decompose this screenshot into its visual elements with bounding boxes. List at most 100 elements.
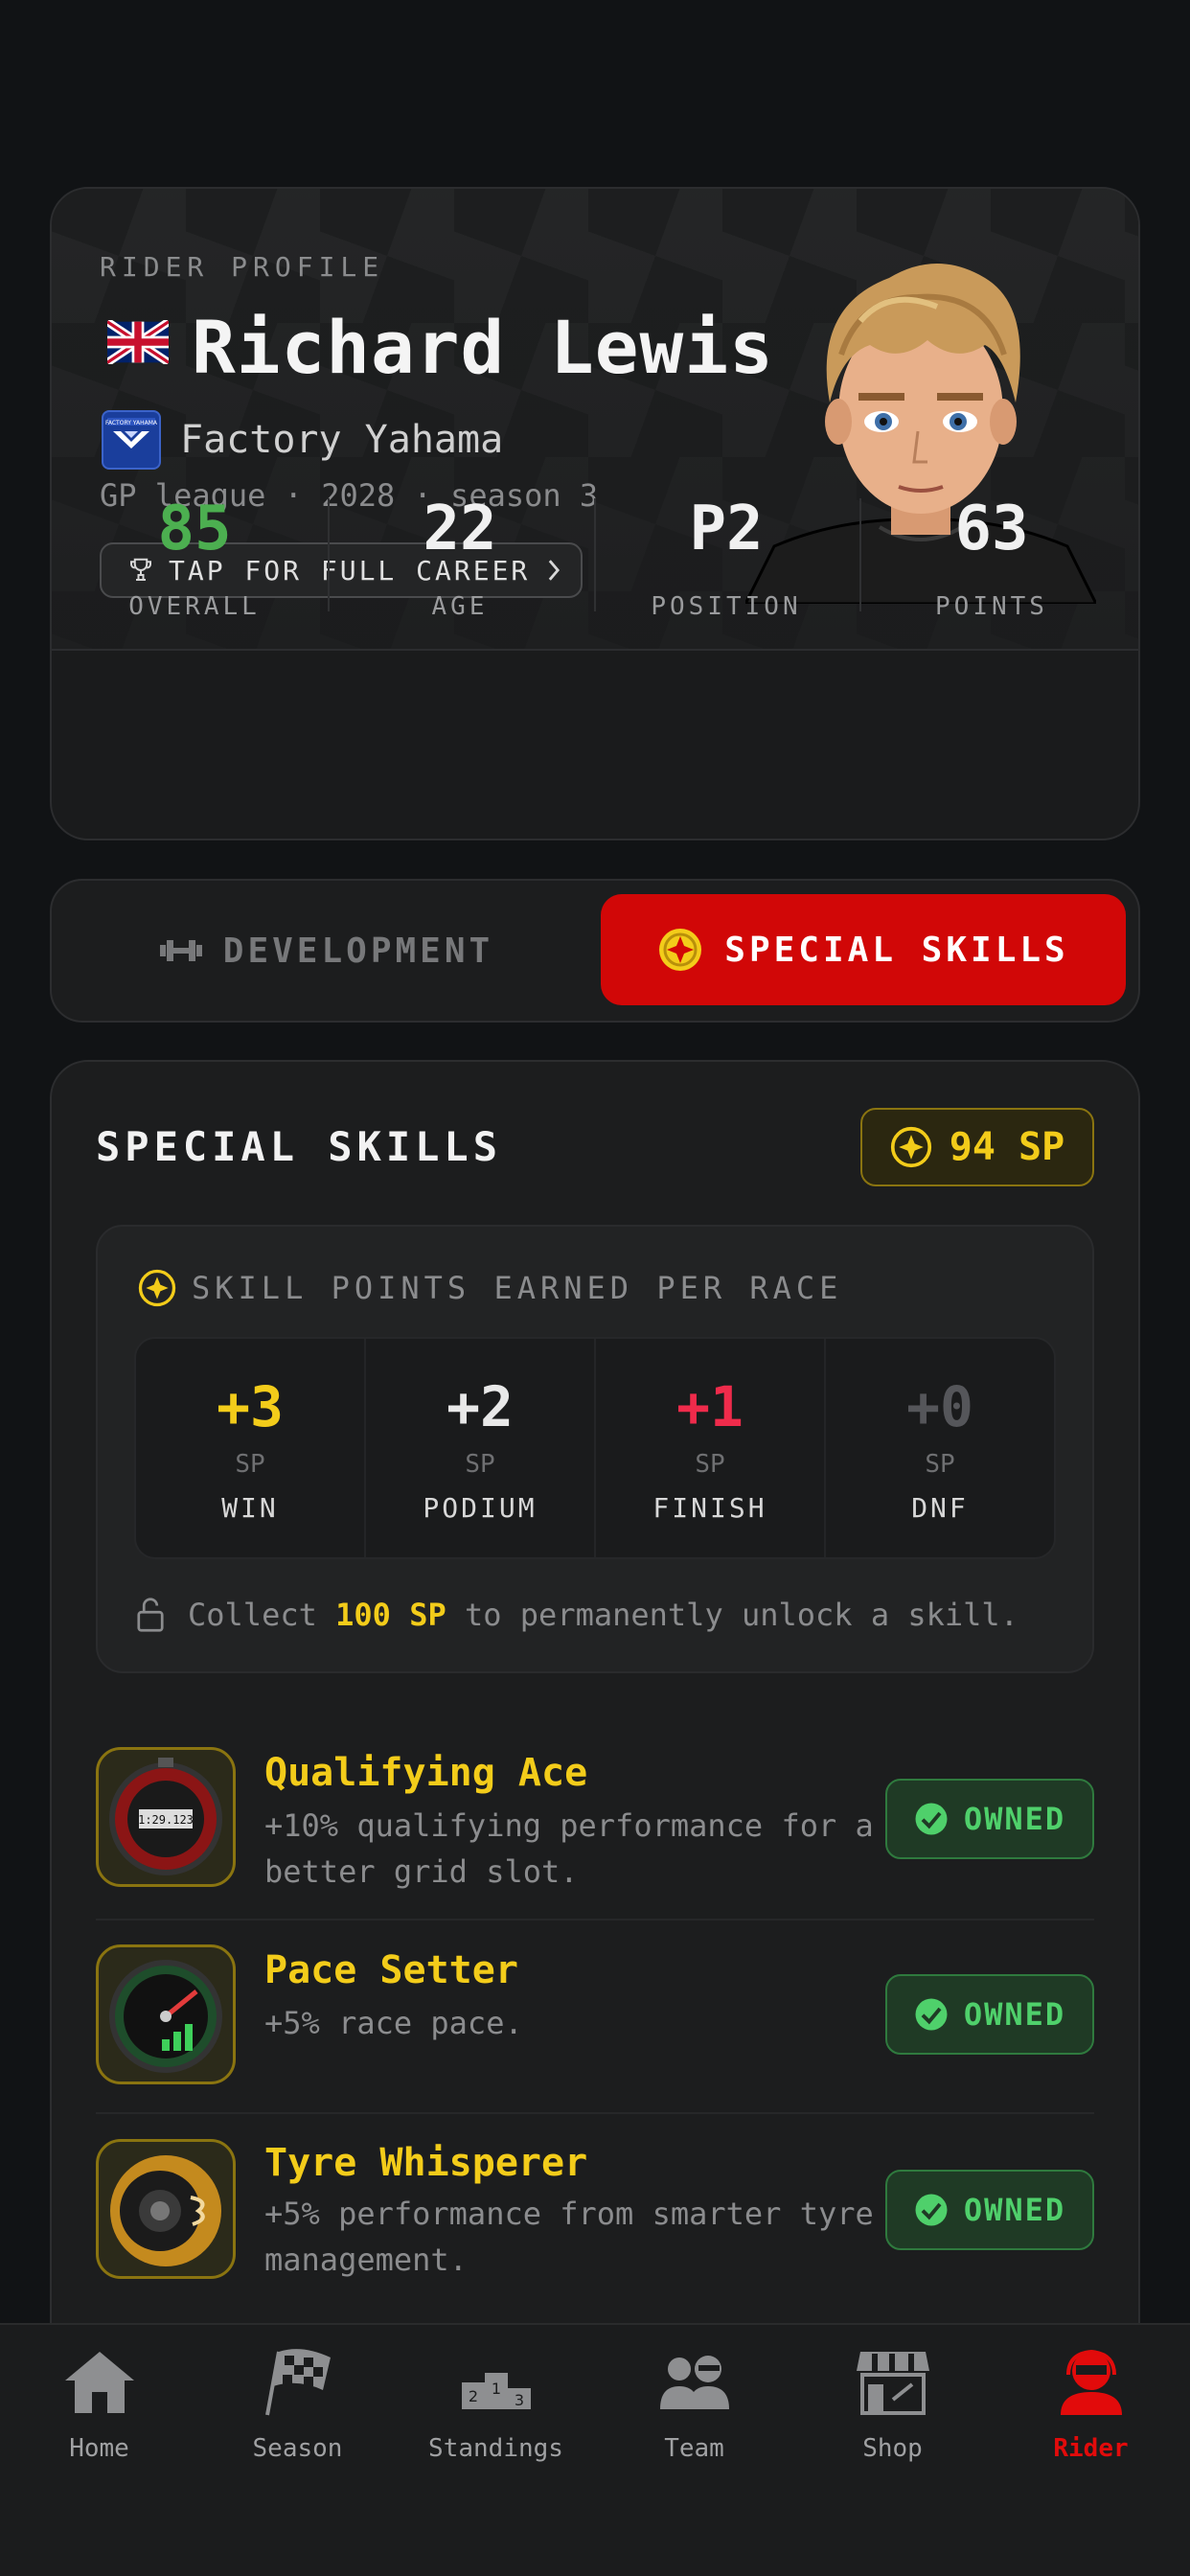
sp-coin-icon <box>138 1269 176 1307</box>
tab-special-skills[interactable]: SPECIAL SKILLS <box>601 894 1126 1005</box>
earn-unit: SP <box>235 1450 265 1479</box>
profile-divider <box>52 649 1138 651</box>
team-logo-text: FACTORY YAHAMA <box>105 420 158 426</box>
team-icon <box>659 2356 729 2409</box>
earn-label: DNF <box>911 1492 969 1524</box>
nav-label: Home <box>69 2434 129 2463</box>
skill-row-tyre-whisperer[interactable]: Tyre Whisperer +5% performance from smar… <box>96 2139 1094 2283</box>
rider-icon <box>1060 2349 1122 2415</box>
special-skills-title: SPECIAL SKILLS <box>96 1123 503 1170</box>
skill-name: Qualifying Ace <box>264 1751 588 1795</box>
stopwatch-time: 1:29.123 <box>138 1813 194 1827</box>
uk-flag-icon <box>107 320 169 364</box>
podium-icon: 2 1 3 <box>461 2373 531 2409</box>
nav-home[interactable]: Home <box>0 2348 198 2463</box>
nav-label: Standings <box>428 2434 563 2463</box>
stat-position: P2 POSITION <box>597 498 856 621</box>
owned-label: OWNED <box>963 1801 1066 1837</box>
nav-label: Shop <box>862 2434 923 2463</box>
row-divider <box>96 2112 1094 2114</box>
earn-unit: SP <box>925 1450 955 1479</box>
svg-text:1: 1 <box>491 2380 500 2398</box>
earn-points: +3 <box>217 1374 284 1439</box>
earn-label: FINISH <box>652 1492 767 1524</box>
stat-value: P2 <box>689 494 764 564</box>
stat-divider <box>859 498 861 611</box>
stat-points: 63 POINTS <box>862 498 1121 621</box>
earn-unit: SP <box>695 1450 725 1479</box>
svg-text:3: 3 <box>514 2391 523 2409</box>
team-logo: FACTORY YAHAMA <box>102 410 161 470</box>
stat-age: 22 AGE <box>331 498 589 621</box>
unlock-hint-amount: 100 SP <box>335 1597 446 1633</box>
nav-label: Team <box>664 2434 724 2463</box>
svg-text:2: 2 <box>468 2387 477 2405</box>
earn-unit: SP <box>465 1450 495 1479</box>
owned-badge: OWNED <box>885 1974 1094 2055</box>
sp-coin-icon <box>890 1126 931 1168</box>
nav-label: Season <box>252 2434 343 2463</box>
skill-row-pace-setter[interactable]: Pace Setter +5% race pace. OWNED <box>96 1944 1094 2088</box>
earn-podium: +2 SP PODIUM <box>366 1339 596 1557</box>
tab-development-label: DEVELOPMENT <box>222 931 494 971</box>
nav-shop[interactable]: Shop <box>793 2348 992 2463</box>
tyre-icon <box>96 2139 236 2279</box>
nav-label: Rider <box>1053 2434 1129 2463</box>
stat-value: 85 <box>157 494 232 564</box>
owned-badge: OWNED <box>885 2170 1094 2250</box>
earn-points: +2 <box>446 1374 514 1439</box>
sp-earnings-title: SKILL POINTS EARNED PER RACE <box>138 1269 842 1307</box>
check-circle-icon <box>915 1998 948 2031</box>
earn-points: +1 <box>676 1374 744 1439</box>
row-divider <box>96 1919 1094 1920</box>
unlock-hint-prefix: Collect <box>188 1597 317 1633</box>
stat-value: 22 <box>423 494 497 564</box>
earn-dnf: +0 SP DNF <box>826 1339 1054 1557</box>
unlock-hint-suffix: to permanently unlock a skill. <box>464 1597 1018 1633</box>
shop-icon <box>856 2352 929 2415</box>
checkered-flag-icon <box>264 2349 331 2416</box>
stat-value: 63 <box>954 494 1029 564</box>
stat-label: POSITION <box>651 592 802 621</box>
sp-balance-badge: 94 SP <box>860 1108 1094 1186</box>
unlock-hint: Collect 100 SP to permanently unlock a s… <box>134 1597 1018 1633</box>
unlock-icon <box>137 1598 164 1632</box>
nav-season[interactable]: Season <box>198 2348 397 2463</box>
sp-coin-icon <box>659 929 702 971</box>
skill-description: +5% performance from smarter tyre manage… <box>264 2196 874 2278</box>
owned-label: OWNED <box>963 1996 1066 2033</box>
nav-standings[interactable]: 2 1 3 Standings <box>397 2348 595 2463</box>
stat-overall: 85 OVERALL <box>65 498 324 621</box>
section-label: RIDER PROFILE <box>100 251 385 283</box>
skill-name: Tyre Whisperer <box>264 2141 588 2185</box>
dumbbell-icon <box>159 940 202 961</box>
stat-label: OVERALL <box>128 592 261 621</box>
speedometer-icon <box>96 1944 236 2084</box>
check-circle-icon <box>915 1803 948 1835</box>
skill-description: +10% qualifying performance for a better… <box>264 1807 874 1890</box>
rider-name: Richard Lewis <box>192 305 774 390</box>
earn-finish: +1 SP FINISH <box>596 1339 826 1557</box>
home-icon <box>64 2352 134 2413</box>
team-name: Factory Yahama <box>180 418 504 462</box>
stat-label: POINTS <box>935 592 1048 621</box>
stat-divider <box>328 498 330 611</box>
earn-points: +0 <box>906 1374 973 1439</box>
skill-name: Pace Setter <box>264 1948 518 1992</box>
owned-badge: OWNED <box>885 1779 1094 1859</box>
tab-development[interactable]: DEVELOPMENT <box>67 897 584 1004</box>
owned-label: OWNED <box>963 2192 1066 2228</box>
earn-label: WIN <box>221 1492 279 1524</box>
tab-special-skills-label: SPECIAL SKILLS <box>724 930 1069 970</box>
skill-row-qualifying-ace[interactable]: 1:29.123 Qualifying Ace +10% qualifying … <box>96 1747 1094 1891</box>
stopwatch-icon: 1:29.123 <box>96 1747 236 1887</box>
earn-label: PODIUM <box>423 1492 538 1524</box>
sp-earnings-grid: +3 SP WIN +2 SP PODIUM +1 SP FINISH +0 S… <box>134 1337 1056 1559</box>
stat-divider <box>594 498 596 611</box>
nav-team[interactable]: Team <box>595 2348 793 2463</box>
nav-rider[interactable]: Rider <box>992 2348 1190 2463</box>
sp-balance-value: 94 SP <box>949 1125 1065 1169</box>
earn-win: +3 SP WIN <box>136 1339 366 1557</box>
check-circle-icon <box>915 2194 948 2226</box>
sp-earnings-title-text: SKILL POINTS EARNED PER RACE <box>192 1270 843 1306</box>
